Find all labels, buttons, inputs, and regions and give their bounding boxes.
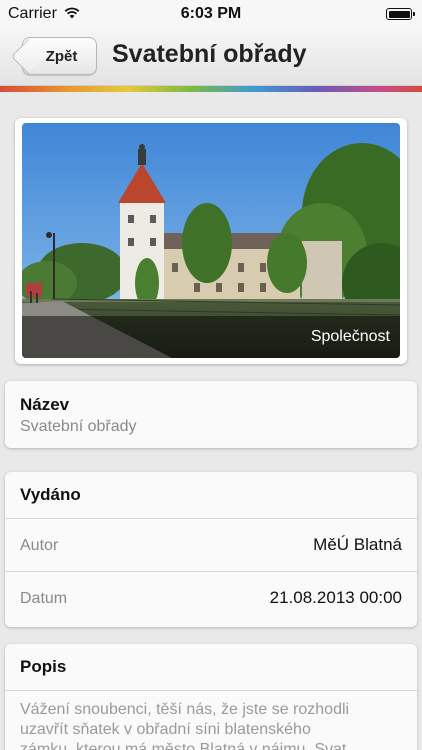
battery-icon bbox=[386, 8, 415, 20]
author-label: Autor bbox=[20, 537, 59, 554]
back-button[interactable]: Zpět bbox=[10, 37, 97, 75]
date-label: Datum bbox=[20, 590, 68, 607]
accent-stripe bbox=[0, 86, 422, 92]
author-row: Autor MěÚ Blatná bbox=[5, 518, 417, 571]
photo-caption: Společnost bbox=[22, 316, 400, 358]
description-line: Vážení snoubenci, těší nás, že jste se r… bbox=[20, 701, 350, 718]
back-button-label: Zpět bbox=[45, 47, 78, 65]
published-card: Vydáno Autor MěÚ Blatná Datum 21.08.2013… bbox=[5, 472, 417, 627]
description-line: uzavřít sňatek v obřadní síni blatenskéh… bbox=[20, 721, 311, 738]
name-heading: Název bbox=[20, 395, 70, 414]
clock: 6:03 PM bbox=[180, 5, 242, 22]
published-heading: Vydáno bbox=[20, 485, 81, 504]
description-line: zámku, kterou má město Blatná v nájmu. S… bbox=[20, 741, 347, 750]
description-text: Vážení snoubenci, těší nás, že jste se r… bbox=[5, 690, 417, 750]
name-value: Svatební obřady bbox=[20, 418, 137, 435]
page-title: Svatební obřady bbox=[112, 40, 307, 68]
author-value: MěÚ Blatná bbox=[313, 535, 402, 554]
castle-photo: Společnost bbox=[22, 123, 400, 358]
name-card: Název Svatební obřady bbox=[5, 381, 417, 448]
navigation-bar: Zpět Svatební obřady bbox=[0, 28, 422, 86]
description-heading: Popis bbox=[20, 657, 67, 676]
description-card: Popis Vážení snoubenci, těší nás, že jst… bbox=[5, 644, 417, 750]
back-arrow-icon bbox=[10, 38, 47, 75]
photo-card[interactable]: Společnost bbox=[15, 118, 407, 364]
date-value: 21.08.2013 00:00 bbox=[269, 588, 402, 607]
date-row: Datum 21.08.2013 00:00 bbox=[5, 571, 417, 624]
status-bar: Carrier 6:03 PM bbox=[0, 0, 422, 28]
